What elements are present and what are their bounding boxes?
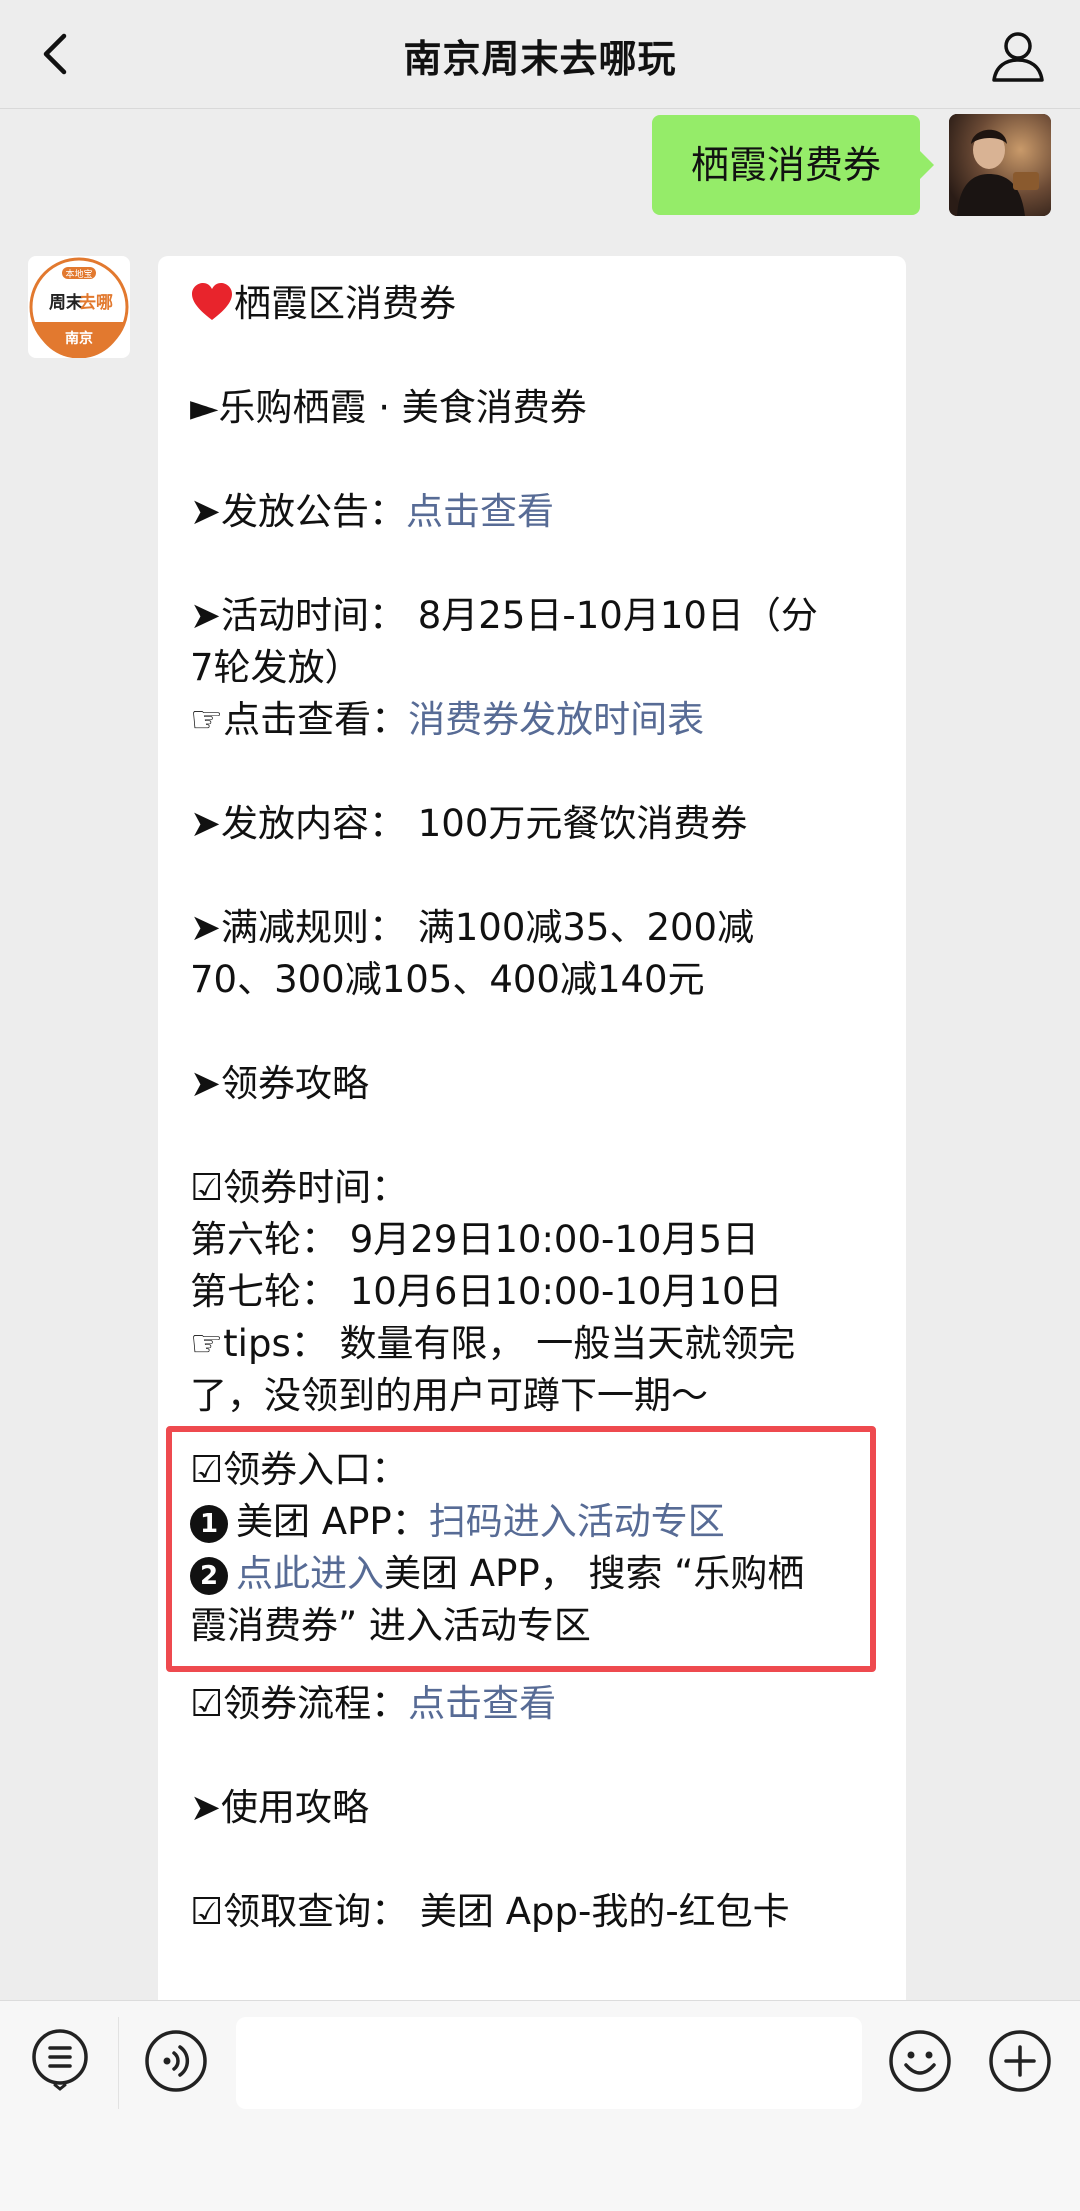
time-title: ☑领券时间：: [190, 1166, 409, 1209]
user-profile-icon[interactable]: [986, 24, 1050, 88]
logo-brand-b: 去哪: [79, 292, 113, 313]
flow-line: ☑领券流程：点击查看: [190, 1678, 890, 1730]
round-6-line: 第六轮： 9月29日10:00-10月5日: [190, 1218, 759, 1261]
schedule-line: ☞点击查看：消费券发放时间表: [190, 694, 890, 746]
entry-2-text: 美团 APP， 搜索 “乐购栖: [384, 1552, 805, 1595]
official-account-avatar[interactable]: 本地宝 周末 去哪 南京: [28, 256, 130, 358]
entry-1-link[interactable]: 扫码进入活动专区: [429, 1500, 725, 1543]
flow-link[interactable]: 点击查看: [408, 1682, 556, 1725]
message-subtitle: ►乐购栖霞 · 美食消费券: [190, 386, 587, 429]
brand-logo: 本地宝 周末 去哪 南京: [29, 257, 129, 358]
period-line-2: 7轮发放）: [190, 646, 362, 689]
announce-label: ➤发放公告：: [190, 490, 407, 533]
received-message-bubble: 栖霞区消费券 ►乐购栖霞 · 美食消费券 ➤发放公告：点击查看 ➤活动时间： 8…: [158, 256, 906, 2016]
entry-1-text: 美团 APP：: [236, 1500, 429, 1543]
query-line: ☑领取查询： 美团 App-我的-红包卡: [190, 1890, 790, 1933]
entry-1-number: 1: [190, 1504, 228, 1543]
message-body: 栖霞区消费券 ►乐购栖霞 · 美食消费券 ➤发放公告：点击查看 ➤活动时间： 8…: [166, 278, 890, 1938]
logo-top-text: 本地宝: [65, 268, 92, 280]
flow-label: ☑领券流程：: [190, 1682, 409, 1725]
content-line: ➤发放内容： 100万元餐饮消费券: [190, 802, 748, 845]
plus-icon[interactable]: [988, 2029, 1052, 2093]
menu-list-icon[interactable]: [28, 2027, 92, 2091]
schedule-label: ☞点击查看：: [190, 698, 409, 741]
toolbar-divider: [118, 2017, 119, 2109]
tips-line-2: 了，没领到的用户可蹲下一期～: [190, 1374, 708, 1417]
entry-title: ☑领券入口：: [190, 1448, 409, 1491]
guide-title: ➤领券攻略: [190, 1062, 370, 1105]
my-avatar[interactable]: [949, 114, 1051, 216]
entry-2-line-2: 霞消费券” 进入活动专区: [190, 1604, 591, 1647]
announce-link[interactable]: 点击查看: [406, 490, 554, 533]
voice-icon[interactable]: [144, 2029, 208, 2093]
chat-title: 南京周末去哪玩: [403, 37, 677, 81]
chat-header: 南京周末去哪玩: [0, 0, 1080, 109]
entry-2-link[interactable]: 点此进入: [236, 1552, 384, 1595]
input-toolbar: [0, 2000, 1080, 2211]
announce-line: ➤发放公告：点击查看: [190, 486, 890, 538]
round-7-line: 第七轮： 10月6日10:00-10月10日: [190, 1270, 783, 1313]
entry-1-line: 1 美团 APP：扫码进入活动专区: [190, 1496, 870, 1548]
rules-line-1: ➤满减规则： 满100减35、200减: [190, 906, 755, 949]
sent-message-bubble[interactable]: 栖霞消费券: [652, 115, 934, 215]
message-input[interactable]: [236, 2017, 862, 2109]
message-title-line: 栖霞区消费券: [190, 278, 890, 330]
entry-highlight-box: ☑领券入口： 1 美团 APP：扫码进入活动专区 2 点此进入美团 APP， 搜索 …: [166, 1426, 876, 1672]
message-title: 栖霞区消费券: [234, 282, 456, 325]
logo-city-text: 南京: [65, 330, 93, 347]
rules-line-2: 70、300减105、400减140元: [190, 958, 705, 1001]
entry-2-number: 2: [190, 1556, 228, 1595]
entry-2-line: 2 点此进入美团 APP， 搜索 “乐购栖: [190, 1548, 870, 1600]
emoji-icon[interactable]: [888, 2029, 952, 2093]
my-avatar-image: [949, 114, 1051, 216]
use-title: ➤使用攻略: [190, 1786, 370, 1829]
heart-icon: [192, 283, 232, 320]
schedule-link[interactable]: 消费券发放时间表: [408, 698, 704, 741]
tips-line-1: ☞tips： 数量有限， 一般当天就领完: [190, 1322, 796, 1365]
period-line-1: ➤活动时间： 8月25日-10月10日（分: [190, 594, 818, 637]
